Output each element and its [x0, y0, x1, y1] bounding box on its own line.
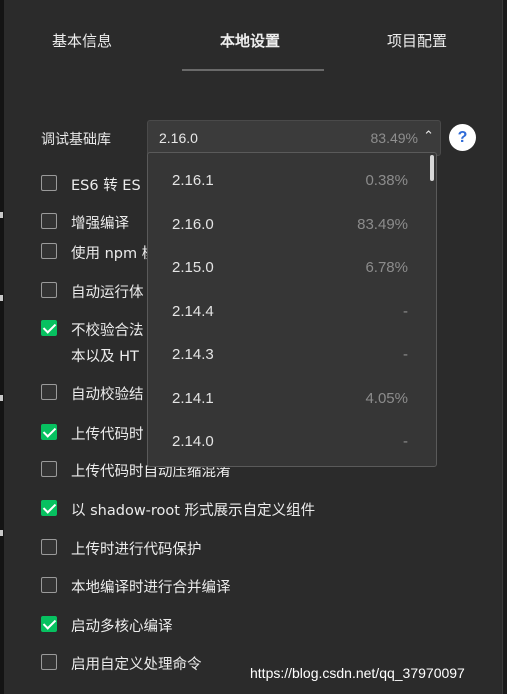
option-label: 增强编译 [71, 216, 129, 232]
checkbox-multicore-compile[interactable] [41, 616, 57, 632]
option-label: 自动运行体 [71, 285, 144, 301]
option-label: 上传时进行代码保护 [71, 542, 202, 558]
checkbox-merge-compile[interactable] [41, 577, 57, 593]
checkbox-skip-domain-check[interactable] [41, 320, 57, 336]
dropdown-option[interactable]: 2.16.0 83.49% [148, 204, 428, 248]
chevron-up-icon: ⌃ [423, 128, 434, 143]
option-version: 2.16.0 [172, 216, 214, 233]
option-percent: 4.05% [365, 390, 408, 407]
option-label: 本地编译时进行合并编译 [71, 580, 231, 596]
checkbox-upload-minify[interactable] [41, 461, 57, 477]
checkbox-npm[interactable] [41, 243, 57, 259]
option-label: 启用自定义处理命令 [71, 657, 202, 673]
option-percent: 6.78% [365, 259, 408, 276]
option-label: 上传代码时 [71, 427, 144, 443]
option-version: 2.16.1 [172, 172, 214, 189]
option-percent: 0.38% [365, 172, 408, 189]
option-label: 启动多核心编译 [71, 619, 173, 635]
checkbox-code-protect[interactable] [41, 539, 57, 555]
watermark-text: https://blog.csdn.net/qq_37970097 [250, 665, 465, 681]
dropdown-option[interactable]: 2.14.4 - [148, 291, 428, 335]
tab-basic-info[interactable]: 基本信息 [52, 30, 112, 51]
help-icon[interactable]: ? [449, 124, 476, 151]
dropdown-option[interactable]: 2.14.1 4.05% [148, 378, 428, 422]
dropdown-option[interactable]: 2.15.0 6.78% [148, 247, 428, 291]
edge-mark [0, 530, 3, 536]
option-label: 以 shadow-root 形式展示自定义组件 [71, 503, 316, 519]
option-version: 2.14.1 [172, 390, 214, 407]
settings-panel: 基本信息 本地设置 项目配置 调试基础库 2.16.0 83.49% ⌃ ? E… [4, 0, 503, 694]
option-percent: - [403, 433, 408, 450]
option-version: 2.14.3 [172, 346, 214, 363]
checkbox-auto-run[interactable] [41, 282, 57, 298]
option-label: ES6 转 ES [71, 178, 141, 194]
option-label: 不校验合法 [71, 323, 144, 339]
checkbox-upload-code[interactable] [41, 424, 57, 440]
selected-percent: 83.49% [370, 130, 418, 146]
option-percent: 83.49% [357, 216, 408, 233]
dropdown-option[interactable]: 2.16.1 0.38% [148, 160, 428, 204]
option-version: 2.15.0 [172, 259, 214, 276]
version-dropdown: 2.16.1 0.38% 2.16.0 83.49% 2.15.0 6.78% … [147, 152, 437, 467]
checkbox-shadow-root[interactable] [41, 500, 57, 516]
checkbox-es6[interactable] [41, 175, 57, 191]
option-version: 2.14.0 [172, 433, 214, 450]
checkbox-auto-verify[interactable] [41, 384, 57, 400]
tab-local-settings[interactable]: 本地设置 [220, 30, 280, 51]
edge-mark [0, 395, 3, 401]
tab-bar: 基本信息 本地设置 项目配置 [4, 0, 503, 72]
edge-mark [0, 295, 3, 301]
dropdown-option[interactable]: 2.14.0 - [148, 421, 428, 465]
option-percent: - [403, 346, 408, 363]
option-label-line2: 本以及 HT [71, 349, 139, 365]
debug-lib-label: 调试基础库 [41, 132, 111, 148]
active-tab-indicator [182, 69, 324, 71]
dropdown-option[interactable]: 2.14.3 - [148, 334, 428, 378]
checkbox-enhance-compile[interactable] [41, 213, 57, 229]
dropdown-scrollbar[interactable] [430, 155, 434, 181]
debug-lib-select[interactable]: 2.16.0 83.49% ⌃ [147, 120, 441, 156]
option-label: 自动校验结 [71, 387, 144, 403]
checkbox-custom-command[interactable] [41, 654, 57, 670]
edge-mark [0, 212, 3, 218]
option-label: 使用 npm 模 [71, 246, 157, 262]
option-version: 2.14.4 [172, 303, 214, 320]
option-percent: - [403, 303, 408, 320]
selected-version: 2.16.0 [159, 130, 198, 146]
tab-project-config[interactable]: 项目配置 [387, 30, 447, 51]
